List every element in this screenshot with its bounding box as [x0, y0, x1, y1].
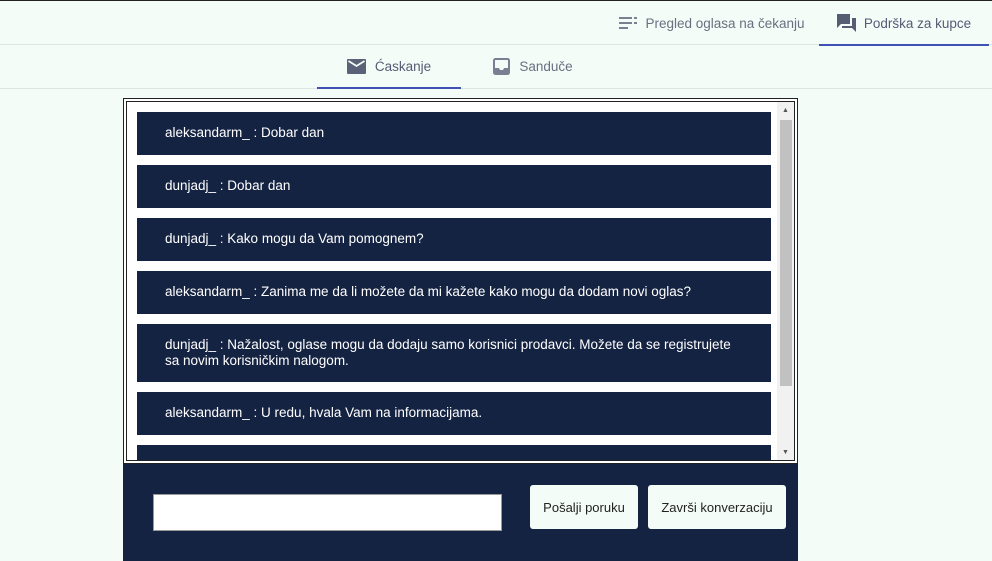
sub-navigation: Ćaskanje Sandučе [0, 45, 992, 89]
message-input[interactable] [153, 494, 502, 531]
chat-scrollbar[interactable]: ▲ ▼ [777, 102, 794, 460]
end-conversation-button[interactable]: Završi konverzaciju [648, 485, 786, 529]
list-icon [619, 16, 638, 30]
scroll-up-arrow-icon[interactable]: ▲ [777, 102, 794, 118]
top-navigation: Pregled oglasa na čekanju Podrška za kup… [0, 0, 992, 46]
tab-chat-label: Ćaskanje [374, 59, 432, 74]
chat-window: aleksandarm_ : Dobar dan dunjadj_ : Doba… [123, 98, 798, 464]
chat-messages-area[interactable]: aleksandarm_ : Dobar dan dunjadj_ : Doba… [126, 101, 795, 461]
chat-message: aleksandarm_ : U redu, hvala Vam na info… [137, 392, 771, 435]
tab-inbox[interactable]: Sandučе [461, 45, 605, 88]
chat-message: aleksandarm_ : Zanima me da li možete da… [137, 271, 771, 314]
mail-icon [346, 59, 366, 74]
chat-message: dunjadj_ : Kako mogu da Vam pomognem? [137, 218, 771, 261]
chat-message: dunjadj_ : Dobar dan [137, 165, 771, 208]
scroll-down-arrow-icon[interactable]: ▼ [777, 444, 794, 460]
tab-customer-support[interactable]: Podrška za kupce [819, 1, 989, 46]
send-message-button[interactable]: Pošalji poruku [530, 485, 638, 529]
tab-pending-ads-label: Pregled oglasa na čekanju [645, 15, 805, 31]
message-composer: Pošalji poruku Završi konverzaciju [123, 464, 798, 561]
tab-customer-support-label: Podrška za kupce [863, 15, 972, 31]
inbox-icon [493, 58, 511, 75]
chat-message: aleksandarm_ : Prijatan dan! [137, 445, 771, 460]
tab-pending-ads[interactable]: Pregled oglasa na čekanju [612, 1, 812, 45]
tab-inbox-label: Sandučе [519, 59, 573, 74]
forum-icon [836, 14, 856, 32]
chat-message: aleksandarm_ : Dobar dan [137, 112, 771, 155]
tab-chat[interactable]: Ćaskanje [317, 45, 461, 89]
message-list: aleksandarm_ : Dobar dan dunjadj_ : Doba… [137, 112, 771, 460]
scroll-thumb[interactable] [780, 120, 792, 386]
chat-message: dunjadj_ : Nažalost, oglase mogu da doda… [137, 324, 771, 382]
